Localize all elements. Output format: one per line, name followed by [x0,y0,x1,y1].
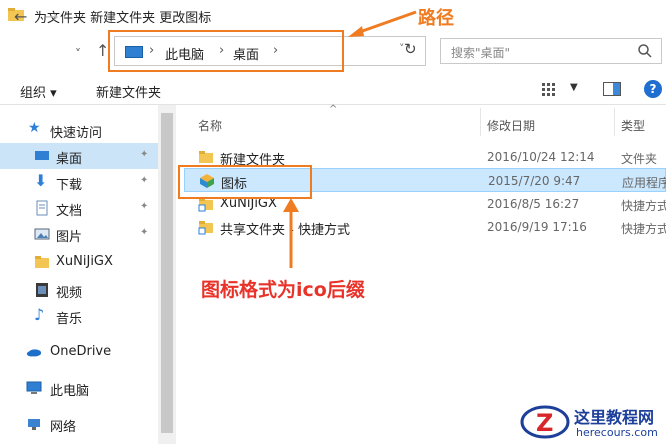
sidebar-scrollbar[interactable] [158,105,176,444]
sidebar-item-label: 此电脑 [50,384,90,399]
column-header-name[interactable]: 名称 [198,117,222,134]
sidebar-item-label: 快速访问 [50,126,103,141]
sidebar-item-onedrive[interactable]: OneDrive [0,339,158,365]
window-title: 为文件夹 新建文件夹 更改图标 [34,11,212,26]
arrow-annotation-icon [283,198,299,268]
sidebar-item-label: 桌面 [56,152,83,167]
watermark-title: 这里教程网 [574,408,655,427]
path-annotation-label: 路径 [418,8,454,29]
arrow-annotation-icon [348,10,417,37]
file-date: 2016/10/24 12:14 [487,150,595,164]
sidebar-item-music[interactable]: ♪ 音乐 [0,303,158,329]
icon-annotation-box [178,165,312,199]
sidebar-item-documents[interactable]: 文档 ✦ [0,195,158,221]
cloud-icon [26,349,42,357]
sidebar-item-label: 音乐 [56,312,83,327]
sidebar-item-pictures[interactable]: 图片 ✦ [0,221,158,247]
watermark: Z 这里教程网 herecours.com [518,398,666,444]
view-options-icon[interactable] [542,82,560,96]
desktop-icon [35,151,49,160]
column-separator[interactable] [614,108,615,136]
file-date: 2015/7/20 9:47 [488,174,581,188]
navigation-pane: ★ 快速访问 桌面 ✦ ⬇ 下载 ✦ 文档 ✦ 图片 ✦ XuNiJiGX 视频… [0,105,158,444]
pin-icon[interactable]: ✦ [140,175,148,186]
download-icon: ⬇ [34,171,48,190]
file-date: 2016/8/5 16:27 [487,197,580,211]
new-folder-button[interactable]: 新建文件夹 [96,82,161,101]
shortcut-folder-icon [198,221,213,235]
network-icon [28,419,40,430]
icon-format-annotation-label: 图标格式为ico后缀 [201,279,365,301]
forward-button[interactable]: → [45,9,58,25]
picture-icon [34,228,50,240]
file-row[interactable]: 共享文件夹 - 快捷方式 2016/9/19 17:16 快捷方式 [184,215,666,239]
sidebar-item-label: XuNiJiGX [56,254,113,269]
sidebar-item-network[interactable]: 网络 [0,411,158,437]
sidebar-item-this-pc[interactable]: 此电脑 [0,375,158,401]
file-type: 快捷方式 [621,222,666,236]
column-header-modified[interactable]: 修改日期 [487,117,535,134]
sidebar-item-label: OneDrive [50,344,112,359]
column-header-type[interactable]: 类型 [621,117,645,134]
sort-ascending-icon: ^ [329,104,338,115]
star-icon: ★ [28,120,41,136]
sidebar-item-desktop[interactable]: 桌面 ✦ [0,143,158,169]
folder-icon [199,151,213,163]
file-type: 快捷方式 [621,199,666,213]
file-date: 2016/9/19 17:16 [487,220,587,234]
sidebar-item-downloads[interactable]: ⬇ 下载 ✦ [0,169,158,195]
column-separator[interactable] [480,108,481,136]
recent-locations-button[interactable]: ˅ [75,46,81,62]
pin-icon[interactable]: ✦ [140,201,148,212]
music-icon: ♪ [34,305,45,324]
sidebar-item-label: 下载 [56,178,83,193]
document-icon [36,200,48,216]
computer-icon [26,381,42,394]
refresh-icon[interactable]: ↻ [404,40,417,58]
sidebar-item-label: 图片 [56,230,83,245]
sidebar-item-videos[interactable]: 视频 [0,277,158,303]
search-input[interactable]: 搜索"桌面" [451,44,510,61]
search-icon[interactable] [637,43,653,59]
search-box[interactable]: 搜索"桌面" [440,38,662,64]
help-icon[interactable]: ? [644,80,662,98]
watermark-url: herecours.com [576,426,658,439]
pin-icon[interactable]: ✦ [140,149,148,160]
sidebar-item-label: 网络 [50,420,77,435]
title-bar: 为文件夹 新建文件夹 更改图标 [0,0,666,30]
video-icon [36,283,48,297]
file-type: 文件夹 [621,152,658,166]
svg-text:Z: Z [536,409,553,437]
preview-pane-icon[interactable] [603,82,621,96]
folder-icon [35,256,49,268]
path-annotation-box [108,30,344,72]
view-dropdown-icon[interactable]: ▼ [570,82,578,93]
back-button[interactable]: ← [14,9,27,25]
sidebar-item-quick-access[interactable]: ★ 快速访问 [0,117,158,143]
scrollbar-thumb[interactable] [161,113,173,433]
organize-button[interactable]: 组织 ▾ [20,82,57,101]
file-type: 应用程序 [622,176,666,190]
watermark-logo-icon: Z [520,405,570,439]
sidebar-item-xunijigx[interactable]: XuNiJiGX [0,249,158,275]
sidebar-item-label: 视频 [56,286,83,301]
pin-icon[interactable]: ✦ [140,227,148,238]
sidebar-item-label: 文档 [56,204,83,219]
